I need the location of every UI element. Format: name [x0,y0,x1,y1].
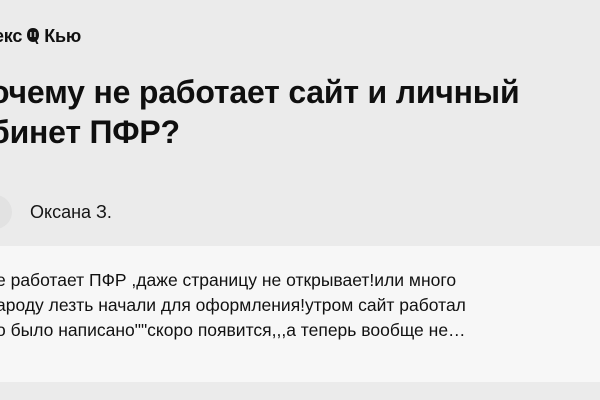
question-body-card[interactable]: е работает ПФР ,даже страницу не открыва… [0,246,600,382]
question-title-line: очему не работает сайт и личный [0,74,520,110]
question-body-line: о было написано""скоро появится,,,а тепе… [0,320,466,340]
question-body-line: ароду лезть начали для оформления!утром … [0,295,466,315]
brand-name-right: Кью [44,25,82,46]
question-body-line: е работает ПФР ,даже страницу не открыва… [0,270,457,290]
author-name[interactable]: Оксана З. [30,202,112,223]
brand-header[interactable]: екс Кью [0,22,81,50]
question-title-line: бинет ПФР? [0,114,180,150]
question-title: очему не работает сайт и личный бинет ПФ… [0,72,600,152]
avatar[interactable] [0,195,12,229]
author-row[interactable]: Оксана З. [0,188,112,236]
yandex-q-logo-icon [26,27,40,45]
brand-name-left: екс [0,25,23,46]
